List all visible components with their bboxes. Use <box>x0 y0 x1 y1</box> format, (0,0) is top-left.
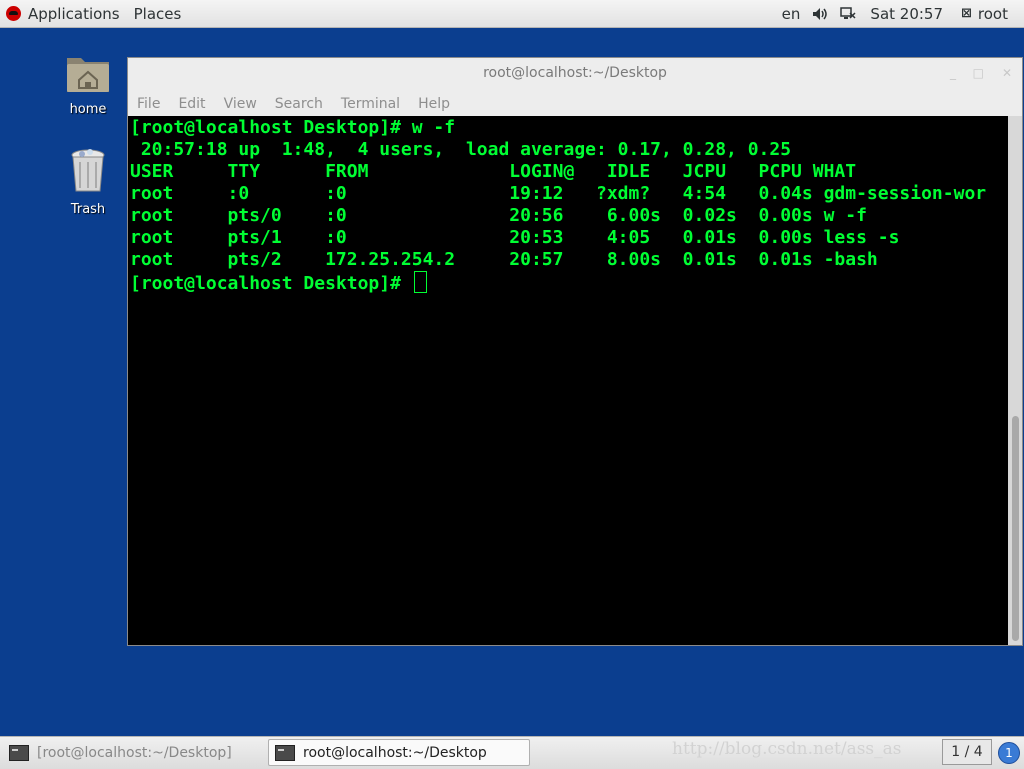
applications-menu[interactable]: Applications <box>4 5 126 23</box>
panel-left: Applications Places <box>4 0 189 27</box>
terminal-line: root pts/2 172.25.254.2 20:57 8.00s 0.01… <box>130 249 878 270</box>
panel-right: en Sat 20:57 ⊠ root <box>776 0 1024 27</box>
desktop-icon-trash[interactable]: Trash <box>48 148 128 217</box>
terminal-prompt-line: [root@localhost Desktop]# <box>130 271 1008 294</box>
terminal-line: root :0 :0 19:12 ?xdm? 4:54 0.04s gdm-se… <box>130 183 987 204</box>
menu-file[interactable]: File <box>128 96 169 112</box>
menu-search[interactable]: Search <box>266 96 332 112</box>
desktop-icon-label: home <box>69 102 107 117</box>
terminal-output[interactable]: [root@localhost Desktop]# w -f 20:57:18 … <box>128 116 1008 645</box>
window-title: root@localhost:~/Desktop <box>483 65 667 81</box>
window-titlebar[interactable]: root@localhost:~/Desktop _ □ ✕ <box>128 58 1022 90</box>
taskbar-item[interactable]: [root@localhost:~/Desktop] <box>3 739 261 766</box>
notification-badge[interactable]: 1 <box>998 742 1020 764</box>
home-folder-icon <box>67 58 109 92</box>
menu-view[interactable]: View <box>215 96 266 112</box>
maximize-icon[interactable]: □ <box>973 66 984 80</box>
trash-icon <box>71 149 105 192</box>
network-icon[interactable] <box>834 6 862 21</box>
menu-terminal[interactable]: Terminal <box>332 96 409 112</box>
applications-label: Applications <box>28 4 120 23</box>
terminal-line: root pts/0 :0 20:56 6.00s 0.02s 0.00s w … <box>130 205 867 226</box>
close-icon[interactable]: ✕ <box>1002 66 1012 80</box>
terminal-scrollbar[interactable] <box>1008 116 1022 645</box>
terminal-prompt: [root@localhost Desktop]# <box>130 273 412 294</box>
user-menu[interactable]: ⊠ root <box>957 5 1024 23</box>
terminal-line: [root@localhost Desktop]# w -f <box>130 117 456 138</box>
terminal-line: USER TTY FROM LOGIN@ IDLE JCPU PCPU WHAT <box>130 161 857 182</box>
taskbar-item-active[interactable]: root@localhost:~/Desktop <box>268 739 530 766</box>
volume-icon[interactable] <box>806 7 834 21</box>
menu-bar: File Edit View Search Terminal Help <box>128 92 1022 116</box>
watermark: http://blog.csdn.net/ass_as <box>672 739 902 759</box>
menu-edit[interactable]: Edit <box>169 96 214 112</box>
terminal-icon <box>275 744 295 761</box>
terminal-line: 20:57:18 up 1:48, 4 users, load average:… <box>130 139 792 160</box>
terminal-line: root pts/1 :0 20:53 4:05 0.01s 0.00s les… <box>130 227 900 248</box>
language-indicator[interactable]: en <box>776 5 807 23</box>
minimize-icon[interactable]: _ <box>950 66 956 80</box>
top-panel: Applications Places en Sat 20:57 ⊠ root <box>0 0 1024 28</box>
user-name: root <box>977 4 1008 23</box>
desktop-icon-home[interactable]: home <box>48 50 128 117</box>
workspace-switcher[interactable]: 1 / 4 <box>942 739 992 765</box>
bottom-taskbar: [root@localhost:~/Desktop] root@localhos… <box>0 736 1024 769</box>
menu-help[interactable]: Help <box>409 96 459 112</box>
taskbar-item-label: [root@localhost:~/Desktop] <box>37 744 232 761</box>
scrollbar-thumb[interactable] <box>1012 416 1019 641</box>
terminal-window: root@localhost:~/Desktop _ □ ✕ File Edit… <box>127 57 1023 646</box>
user-status-icon: ⊠ <box>961 6 972 21</box>
clock[interactable]: Sat 20:57 <box>862 5 957 23</box>
terminal-icon <box>9 744 29 761</box>
redhat-logo-icon <box>6 6 21 21</box>
places-menu[interactable]: Places <box>126 5 190 23</box>
taskbar-item-label: root@localhost:~/Desktop <box>303 744 487 761</box>
desktop-icon-label: Trash <box>70 202 106 217</box>
terminal-cursor <box>413 271 427 293</box>
